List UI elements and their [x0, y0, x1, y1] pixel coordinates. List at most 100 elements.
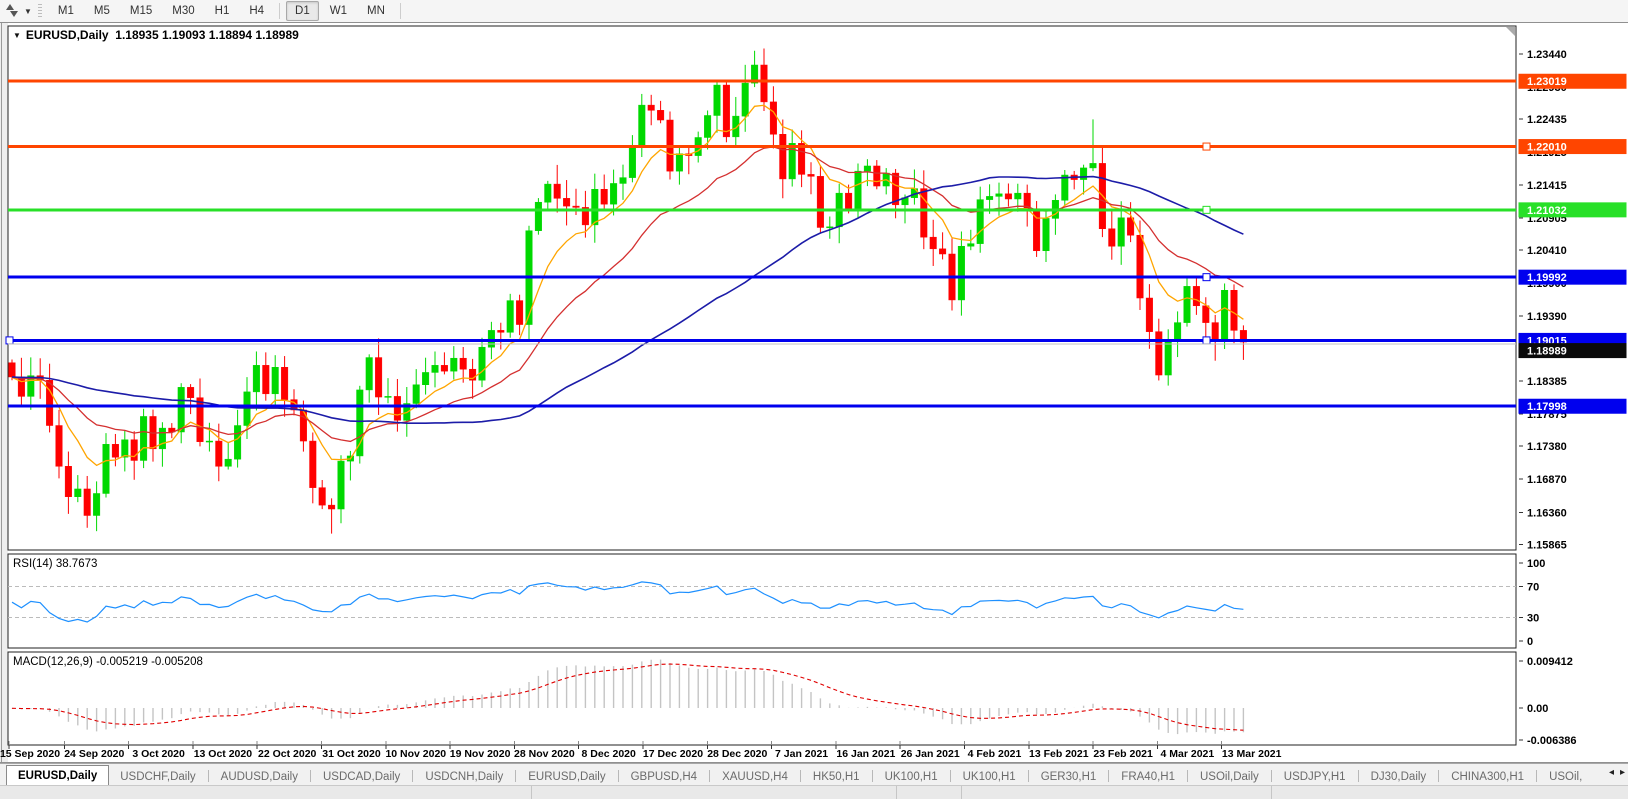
- chart-periods-icon[interactable]: [3, 3, 23, 19]
- svg-text:22 Oct 2020: 22 Oct 2020: [258, 748, 317, 760]
- chart-window: 1.234401.229301.224351.219251.214151.209…: [0, 22, 1628, 763]
- svg-text:0.009412: 0.009412: [1527, 656, 1573, 668]
- timeframe-button-d1[interactable]: D1: [286, 1, 319, 21]
- tab-divider: [872, 770, 873, 782]
- svg-text:15 Sep 2020: 15 Sep 2020: [0, 748, 60, 760]
- svg-text:4 Mar 2021: 4 Mar 2021: [1161, 748, 1215, 760]
- chart-title: ▼EURUSD,Daily 1.18935 1.19093 1.18894 1.…: [13, 28, 299, 42]
- svg-text:1.17380: 1.17380: [1527, 441, 1567, 453]
- tab-divider: [1358, 770, 1359, 782]
- tab-eurusd-daily[interactable]: EURUSD,Daily: [6, 765, 109, 786]
- svg-text:24 Sep 2020: 24 Sep 2020: [64, 748, 124, 760]
- rsi-indicator-label: RSI(14) 38.7673: [13, 558, 97, 570]
- toolbar-dropdown-icon[interactable]: ▼: [24, 7, 32, 16]
- timeframe-button-m5[interactable]: M5: [85, 1, 119, 21]
- chart-canvas[interactable]: 1.234401.229301.224351.219251.214151.209…: [0, 22, 1628, 763]
- svg-text:13 Mar 2021: 13 Mar 2021: [1222, 748, 1282, 760]
- toolbar-divider: [400, 3, 401, 19]
- timeframe-button-h4[interactable]: H4: [240, 1, 273, 21]
- chart-title-ohlc: 1.18935 1.19093 1.18894 1.18989: [115, 28, 299, 42]
- tab-dj30-daily[interactable]: DJ30,Daily: [1360, 768, 1438, 786]
- chart-tab-bar: EURUSD,DailyUSDCHF,DailyAUDUSD,DailyUSDC…: [0, 763, 1628, 786]
- tab-scroll-buttons: ◂ ▸: [1603, 767, 1625, 778]
- toolbar-divider: [279, 3, 280, 19]
- tab-usoil-daily[interactable]: USOil,Daily: [1189, 768, 1270, 786]
- svg-text:28 Dec 2020: 28 Dec 2020: [707, 748, 767, 760]
- svg-text:1.17998: 1.17998: [1527, 401, 1567, 413]
- tab-divider: [1438, 770, 1439, 782]
- tab-divider: [618, 770, 619, 782]
- svg-text:7 Jan 2021: 7 Jan 2021: [775, 748, 828, 760]
- timeframe-button-m30[interactable]: M30: [163, 1, 203, 21]
- svg-text:1.23019: 1.23019: [1527, 76, 1567, 88]
- svg-text:16 Jan 2021: 16 Jan 2021: [836, 748, 895, 760]
- svg-text:3 Oct 2020: 3 Oct 2020: [132, 748, 185, 760]
- timeframe-button-m15[interactable]: M15: [121, 1, 161, 21]
- tab-china300-h1[interactable]: CHINA300,H1: [1440, 768, 1535, 786]
- tab-fra40-h1[interactable]: FRA40,H1: [1110, 768, 1186, 786]
- tab-gbpusd-h4[interactable]: GBPUSD,H4: [620, 768, 708, 786]
- timeframe-button-mn[interactable]: MN: [358, 1, 394, 21]
- svg-text:1.19992: 1.19992: [1527, 272, 1567, 284]
- svg-text:1.23440: 1.23440: [1527, 49, 1567, 61]
- timeframe-button-w1[interactable]: W1: [321, 1, 356, 21]
- svg-text:70: 70: [1527, 581, 1539, 593]
- toolbar-gripper[interactable]: [38, 4, 42, 18]
- svg-text:23 Feb 2021: 23 Feb 2021: [1093, 748, 1153, 760]
- svg-text:1.20410: 1.20410: [1527, 245, 1567, 257]
- svg-text:28 Nov 2020: 28 Nov 2020: [514, 748, 575, 760]
- price-axis[interactable]: 1.234401.229301.224351.219251.214151.209…: [1519, 49, 1567, 551]
- timeframe-button-m1[interactable]: M1: [49, 1, 83, 21]
- tab-xauusd-h4[interactable]: XAUUSD,H4: [711, 768, 799, 786]
- tab-hk50-h1[interactable]: HK50,H1: [802, 768, 871, 786]
- tab-divider: [1536, 770, 1537, 782]
- tab-divider: [950, 770, 951, 782]
- svg-text:1.19390: 1.19390: [1527, 311, 1567, 323]
- tab-scroll-right-icon[interactable]: ▸: [1620, 767, 1625, 778]
- tab-eurusd-daily[interactable]: EURUSD,Daily: [517, 768, 616, 786]
- tab-usdjpy-h1[interactable]: USDJPY,H1: [1273, 768, 1357, 786]
- svg-text:17 Dec 2020: 17 Dec 2020: [643, 748, 703, 760]
- mt4-window: ▼ M1M5M15M30H1H4 D1W1MN 1.234401.229301.2…: [0, 0, 1628, 799]
- tab-divider: [1187, 770, 1188, 782]
- timeframe-toolbar: ▼ M1M5M15M30H1H4 D1W1MN: [0, 0, 1628, 23]
- svg-text:1.21415: 1.21415: [1527, 180, 1567, 192]
- svg-text:30: 30: [1527, 613, 1539, 625]
- macd-indicator-label: MACD(12,26,9) -0.005219 -0.005208: [13, 656, 203, 668]
- tab-ger30-h1[interactable]: GER30,H1: [1030, 768, 1108, 786]
- tab-usdchf-daily[interactable]: USDCHF,Daily: [109, 768, 206, 786]
- svg-text:19 Nov 2020: 19 Nov 2020: [450, 748, 511, 760]
- time-axis[interactable]: 15 Sep 202024 Sep 20203 Oct 202013 Oct 2…: [0, 745, 1282, 760]
- tab-divider: [515, 770, 516, 782]
- tab-divider: [412, 770, 413, 782]
- svg-text:1.15865: 1.15865: [1527, 539, 1567, 551]
- svg-text:8 Dec 2020: 8 Dec 2020: [582, 748, 636, 760]
- svg-text:1.18989: 1.18989: [1527, 346, 1567, 358]
- svg-text:4 Feb 2021: 4 Feb 2021: [968, 748, 1022, 760]
- tab-usoil-[interactable]: USOil,: [1538, 768, 1593, 786]
- status-strip: [0, 785, 1628, 799]
- chart-menu-icon[interactable]: ▼: [13, 31, 21, 40]
- svg-text:31 Oct 2020: 31 Oct 2020: [322, 748, 381, 760]
- svg-text:100: 100: [1527, 558, 1545, 570]
- tab-divider: [1028, 770, 1029, 782]
- tab-uk100-h1[interactable]: UK100,H1: [952, 768, 1027, 786]
- timeframe-button-h1[interactable]: H1: [206, 1, 239, 21]
- svg-text:1.22010: 1.22010: [1527, 142, 1567, 154]
- pane-borders: [8, 26, 1516, 745]
- svg-text:1.16870: 1.16870: [1527, 474, 1567, 486]
- svg-text:26 Jan 2021: 26 Jan 2021: [901, 748, 960, 760]
- tab-divider: [310, 770, 311, 782]
- tab-uk100-h1[interactable]: UK100,H1: [874, 768, 949, 786]
- svg-text:13 Feb 2021: 13 Feb 2021: [1029, 748, 1089, 760]
- svg-text:10 Nov 2020: 10 Nov 2020: [385, 748, 446, 760]
- svg-text:1.18385: 1.18385: [1527, 376, 1567, 388]
- tab-divider: [208, 770, 209, 782]
- svg-text:1.21032: 1.21032: [1527, 205, 1567, 217]
- tab-scroll-left-icon[interactable]: ◂: [1609, 767, 1614, 778]
- tab-usdcad-daily[interactable]: USDCAD,Daily: [312, 768, 411, 786]
- tab-divider: [1271, 770, 1272, 782]
- tab-usdcnh-daily[interactable]: USDCNH,Daily: [414, 768, 514, 786]
- svg-text:0: 0: [1527, 636, 1533, 648]
- tab-audusd-daily[interactable]: AUDUSD,Daily: [210, 768, 309, 786]
